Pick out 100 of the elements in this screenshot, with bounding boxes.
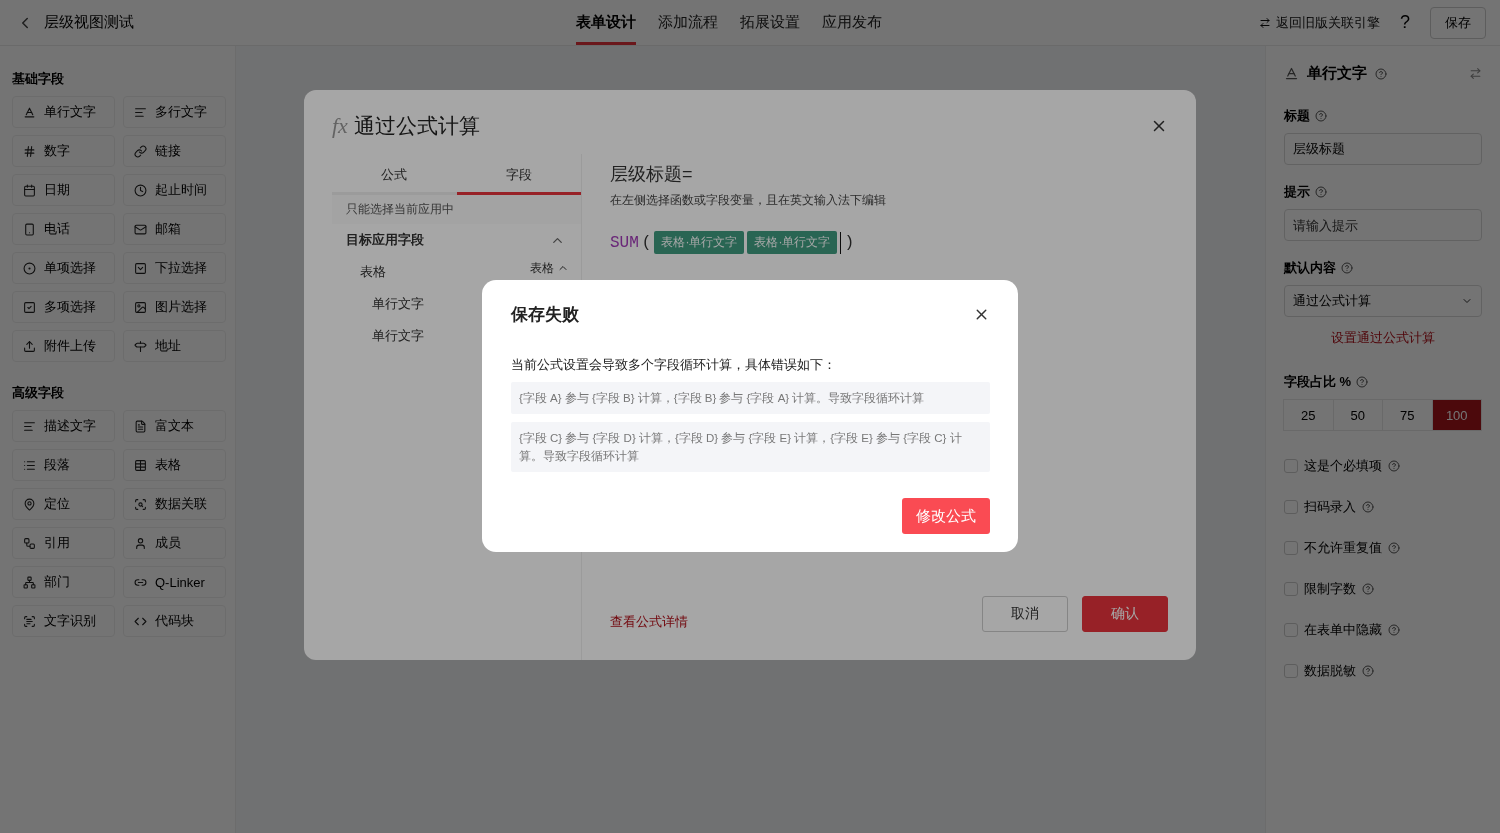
field-type-item[interactable]: 表格 xyxy=(123,449,226,481)
field-type-label: 图片选择 xyxy=(155,298,207,316)
mail-icon xyxy=(134,222,147,236)
checkbox-label: 数据脱敏 xyxy=(1304,661,1356,680)
field-label: 字段占比 % xyxy=(1284,373,1352,391)
field-type-label: 日期 xyxy=(44,181,70,199)
field-type-item[interactable]: 电话 xyxy=(12,213,115,245)
field-type-item[interactable]: 富文本 xyxy=(123,410,226,442)
default-select[interactable]: 通过公式计算 xyxy=(1284,285,1482,317)
width-option[interactable]: 75 xyxy=(1382,399,1433,431)
field-type-item[interactable]: 引用 xyxy=(12,527,115,559)
field-chip: 表格·单行文字 xyxy=(654,231,745,254)
checkbox-label: 扫码录入 xyxy=(1304,497,1356,516)
title-input[interactable]: 层级标题 xyxy=(1284,133,1482,165)
fx-icon: fx xyxy=(332,113,348,139)
field-type-item[interactable]: 描述文字 xyxy=(12,410,115,442)
signpost-icon xyxy=(134,339,147,353)
document-icon xyxy=(134,419,147,433)
field-type-label: 附件上传 xyxy=(44,337,96,355)
checkbox-icon xyxy=(23,300,36,314)
help-icon xyxy=(1356,376,1369,388)
edit-formula-button[interactable]: 修改公式 xyxy=(902,498,990,534)
cancel-button[interactable]: 取消 xyxy=(982,596,1068,632)
checkbox-label: 这是个必填项 xyxy=(1304,456,1382,475)
text-lines-icon xyxy=(134,105,147,119)
swap-icon[interactable] xyxy=(1469,67,1482,80)
formula-editor[interactable]: SUM ( 表格·单行文字 表格·单行文字 ) xyxy=(610,231,1168,254)
hint-input[interactable]: 请输入提示 xyxy=(1284,209,1482,241)
calendar-icon xyxy=(23,183,36,197)
nav-tab[interactable]: 应用发布 xyxy=(822,0,882,45)
field-type-item[interactable]: 多行文字 xyxy=(123,96,226,128)
field-type-label: 成员 xyxy=(155,534,181,552)
field-type-item[interactable]: 单项选择 xyxy=(12,252,115,284)
field-type-title: 单行文字 xyxy=(1307,64,1367,83)
field-type-item[interactable]: 附件上传 xyxy=(12,330,115,362)
panel-tab[interactable]: 公式 xyxy=(332,154,457,195)
field-type-label: 段落 xyxy=(44,456,70,474)
field-type-item[interactable]: 图片选择 xyxy=(123,291,226,323)
dropdown-icon xyxy=(134,261,147,275)
tree-item[interactable]: 目标应用字段 xyxy=(346,231,424,249)
field-type-item[interactable]: 起止时间 xyxy=(123,174,226,206)
checkbox-label: 不允许重复值 xyxy=(1304,538,1382,557)
app-title: 层级视图测试 xyxy=(44,13,134,32)
field-type-item[interactable]: 文字识别 xyxy=(12,605,115,637)
tree-item[interactable]: 表格 xyxy=(360,263,386,281)
workflow-icon xyxy=(23,536,36,550)
tag-label: 表格 xyxy=(530,259,554,277)
save-button[interactable]: 保存 xyxy=(1430,6,1486,39)
link-icon xyxy=(134,144,147,158)
field-type-label: 下拉选择 xyxy=(155,259,207,277)
text-baseline-icon xyxy=(1284,66,1299,81)
upload-icon xyxy=(23,339,36,353)
checkbox-label: 限制字数 xyxy=(1304,579,1356,598)
field-type-item[interactable]: 定位 xyxy=(12,488,115,520)
help-button[interactable]: ? xyxy=(1396,12,1414,33)
field-type-item[interactable]: 段落 xyxy=(12,449,115,481)
help-icon xyxy=(1315,186,1327,198)
field-type-item[interactable]: 多项选择 xyxy=(12,291,115,323)
field-type-label: 电话 xyxy=(44,220,70,238)
confirm-button[interactable]: 确认 xyxy=(1082,596,1168,632)
nav-tab[interactable]: 添加流程 xyxy=(658,0,718,45)
field-type-item[interactable]: 成员 xyxy=(123,527,226,559)
field-type-item[interactable]: Q-Linker xyxy=(123,566,226,598)
help-icon xyxy=(1341,262,1353,274)
field-type-item[interactable]: 代码块 xyxy=(123,605,226,637)
table-icon xyxy=(134,458,147,472)
hash-icon xyxy=(23,144,36,158)
field-type-item[interactable]: 邮箱 xyxy=(123,213,226,245)
field-type-label: 描述文字 xyxy=(44,417,96,435)
formula-detail-link[interactable]: 查看公式详情 xyxy=(610,613,688,631)
dialog-title: 通过公式计算 xyxy=(353,113,481,139)
section-title: 高级字段 xyxy=(12,384,65,402)
field-type-item[interactable]: 地址 xyxy=(123,330,226,362)
field-type-label: 文字识别 xyxy=(44,612,96,630)
tree-item[interactable]: 单行文字 xyxy=(372,327,424,345)
field-type-item[interactable]: 单行文字 xyxy=(12,96,115,128)
field-type-item[interactable]: 下拉选择 xyxy=(123,252,226,284)
field-type-label: Q-Linker xyxy=(155,574,205,590)
field-type-item[interactable]: 部门 xyxy=(12,566,115,598)
field-type-label: 数字 xyxy=(44,142,70,160)
field-type-item[interactable]: 日期 xyxy=(12,174,115,206)
width-option[interactable]: 100 xyxy=(1431,399,1482,431)
tree-item[interactable]: 单行文字 xyxy=(372,295,424,313)
field-label: 提示 xyxy=(1284,183,1310,201)
text-baseline-icon xyxy=(23,105,36,119)
field-type-label: 富文本 xyxy=(155,417,194,435)
nav-tab[interactable]: 拓展设置 xyxy=(740,0,800,45)
field-type-item[interactable]: 数据关联 xyxy=(123,488,226,520)
field-type-item[interactable]: 数字 xyxy=(12,135,115,167)
formula-link[interactable]: 设置通过公式计算 xyxy=(1331,329,1435,347)
field-type-label: 多行文字 xyxy=(155,103,207,121)
field-type-item[interactable]: 链接 xyxy=(123,135,226,167)
scan-search-icon xyxy=(134,497,147,511)
width-option[interactable]: 25 xyxy=(1283,399,1334,431)
swap-icon xyxy=(1259,16,1271,29)
help-icon xyxy=(1362,664,1374,677)
help-icon xyxy=(1388,459,1400,472)
width-option[interactable]: 50 xyxy=(1332,399,1383,431)
radio-icon xyxy=(23,261,36,275)
checkbox-label: 在表单中隐藏 xyxy=(1304,620,1382,639)
